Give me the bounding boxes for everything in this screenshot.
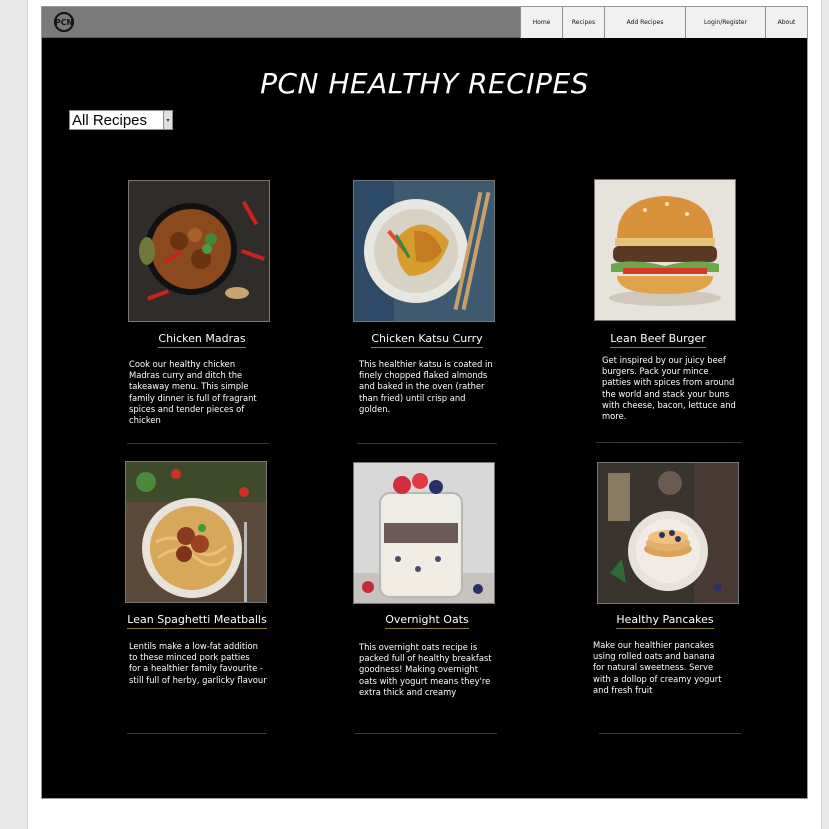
recipe-description: Lentils make a low-fat addition to these… — [129, 641, 267, 685]
healthy-pancakes-image[interactable] — [597, 462, 739, 604]
recipe-title-healthy-pancakes[interactable]: Healthy Pancakes — [585, 613, 745, 629]
dropdown-arrow-icon[interactable]: ▾ — [163, 111, 172, 129]
card-divider — [599, 733, 741, 734]
recipe-title-chicken-madras[interactable]: Chicken Madras — [122, 332, 282, 348]
filter-selected-value: All Recipes — [72, 112, 148, 129]
nav-recipes-link[interactable]: Recipes — [562, 7, 604, 38]
recipe-title-overnight-oats[interactable]: Overnight Oats — [347, 613, 507, 629]
recipe-title-lean-spaghetti-meatballs[interactable]: Lean Spaghetti Meatballs — [117, 613, 277, 629]
card-divider — [357, 443, 497, 444]
page-title: PCN HEALTHY RECIPES — [260, 67, 589, 100]
card-divider — [596, 442, 742, 443]
nav-login-register-link[interactable]: Login/Register — [685, 7, 765, 38]
recipe-title-lean-beef-burger[interactable]: Lean Beef Burger — [578, 332, 738, 348]
recipe-filter-select[interactable]: All Recipes ▾ — [69, 110, 173, 130]
recipe-description: Cook our healthy chicken Madras curry an… — [129, 359, 257, 426]
recipe-description: Make our healthier pancakes using rolled… — [593, 640, 722, 695]
chicken-madras-image[interactable] — [128, 180, 270, 322]
app-window: PCN Home Recipes Add Recipes Login/Regis… — [41, 6, 808, 799]
pcn-logo-icon[interactable]: PCN — [52, 12, 76, 32]
card-divider — [127, 443, 269, 444]
lean-beef-burger-image[interactable] — [594, 179, 736, 321]
recipe-title-chicken-katsu-curry[interactable]: Chicken Katsu Curry — [347, 332, 507, 348]
recipe-description: This overnight oats recipe is packed ful… — [359, 642, 492, 697]
chicken-katsu-curry-image[interactable] — [353, 180, 495, 322]
top-navbar: PCN Home Recipes Add Recipes Login/Regis… — [42, 7, 807, 38]
recipe-description: Get inspired by our juicy beef burgers. … — [602, 355, 736, 422]
nav-home-link[interactable]: Home — [520, 7, 562, 38]
card-divider — [355, 733, 497, 734]
overnight-oats-image[interactable] — [353, 462, 495, 604]
recipe-description: This healthier katsu is coated in finely… — [359, 359, 493, 414]
card-divider — [127, 733, 267, 734]
lean-spaghetti-meatballs-image[interactable] — [125, 461, 267, 603]
nav-add-recipes-link[interactable]: Add Recipes — [604, 7, 685, 38]
svg-text:PCN: PCN — [55, 18, 73, 27]
nav-about-link[interactable]: About — [765, 7, 807, 38]
